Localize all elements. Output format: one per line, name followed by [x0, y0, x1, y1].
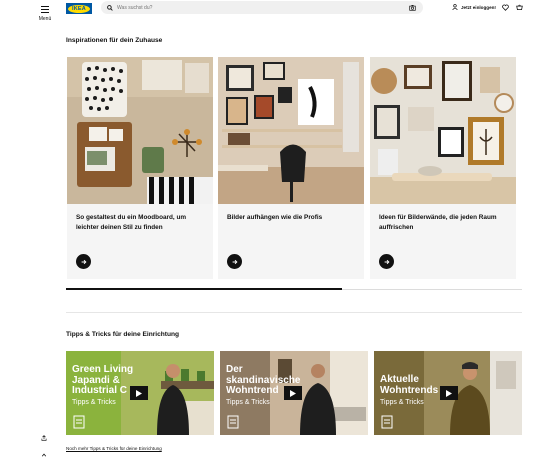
inspiration-card-bilder[interactable]: Bilder aufhängen wie die Profis [218, 57, 364, 279]
inspiration-card-bilderwaende[interactable]: Ideen für Bilderwände, die jeden Raum au… [370, 57, 516, 279]
scroll-top-button[interactable] [38, 449, 50, 461]
arrow-right-icon[interactable] [76, 254, 91, 269]
logo-text: IKEA [68, 4, 90, 13]
search-bar[interactable] [101, 1, 423, 14]
play-button[interactable] [130, 386, 148, 400]
inspiration-card-moodboard[interactable]: So gestaltest du ein Moodboard, um leich… [67, 57, 213, 279]
document-icon [73, 415, 85, 429]
document-icon [227, 415, 239, 429]
card-title: Ideen für Bilderwände, die jeden Raum au… [379, 214, 497, 231]
arrow-right-icon[interactable] [379, 254, 394, 269]
menu-button[interactable]: Menü [34, 6, 56, 22]
video-subtitle: Tipps & Tricks [380, 399, 424, 406]
search-input[interactable] [117, 4, 417, 11]
search-icon [107, 4, 113, 11]
page: Menü IKEA Jetzt einloggen! Inspirationen… [0, 0, 560, 463]
card-title: So gestaltest du ein Moodboard, um leich… [76, 214, 187, 231]
share-icon [41, 435, 47, 441]
more-tips-link[interactable]: Noch mehr Tipps & Tricks für deine Einri… [66, 446, 162, 451]
inspiration-heading: Inspirationen für dein Zuhause [66, 37, 163, 44]
camera-search-icon[interactable] [409, 4, 416, 11]
ikea-logo[interactable]: IKEA [66, 3, 92, 14]
video-subtitle: Tipps & Tricks [72, 399, 116, 406]
video-title: Aktuelle Wohntrends [380, 374, 439, 396]
video-card-green-living[interactable]: Green Living Japandi & Industrial C Tipp… [66, 351, 214, 435]
play-button[interactable] [440, 386, 458, 400]
tips-heading: Tipps & Tricks für deine Einrichtung [66, 331, 180, 338]
video-subtitle: Tipps & Tricks [226, 399, 270, 406]
bilder-image [218, 57, 364, 204]
card-title: Bilder aufhängen wie die Profis [227, 214, 323, 221]
carousel-scroll-thumb[interactable] [66, 288, 342, 290]
cart-icon[interactable] [516, 4, 523, 11]
play-button[interactable] [284, 386, 302, 400]
play-icon [446, 389, 452, 397]
heart-icon[interactable] [502, 4, 509, 11]
share-button[interactable] [38, 432, 50, 444]
play-icon [290, 389, 296, 397]
document-icon [381, 415, 393, 429]
moodboard-image [67, 57, 213, 204]
chevron-up-icon [41, 453, 47, 457]
login-label: Jetzt einloggen! [461, 4, 496, 10]
arrow-right-icon[interactable] [227, 254, 242, 269]
login-link[interactable]: Jetzt einloggen! [452, 4, 496, 10]
play-icon [136, 389, 142, 397]
video-title: Green Living Japandi & Industrial C [72, 364, 134, 396]
user-icon [452, 4, 458, 10]
bilderwaende-image [370, 57, 516, 204]
hamburger-icon [41, 6, 49, 14]
video-card-wohntrends[interactable]: Aktuelle Wohntrends Tipps & Tricks [374, 351, 522, 435]
menu-label: Menü [38, 16, 52, 22]
video-card-skandinavisch[interactable]: Der skandinavische Wohntrend Tipps & Tri… [220, 351, 368, 435]
section-divider [66, 312, 522, 313]
